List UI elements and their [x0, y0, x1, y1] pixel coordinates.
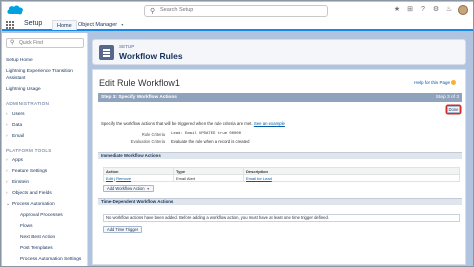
app-name: Setup — [24, 20, 43, 27]
sidebar-item-email[interactable]: › Email — [6, 134, 24, 139]
app-nav: Setup Home Object Manager ▼ — [2, 19, 473, 31]
sidebar-item-flows[interactable]: Flows — [20, 224, 33, 229]
sidebar-item-label: Email — [12, 134, 24, 139]
sidebar-item-label: Feature Settings — [12, 169, 48, 174]
quick-find[interactable]: ⚲ — [6, 38, 84, 48]
sidebar-item-label: Apps — [12, 158, 23, 163]
help-icon[interactable]: ? — [419, 5, 427, 15]
immediate-actions-table: Action Type Description Edit | Remove Em… — [103, 167, 460, 182]
edit-link[interactable]: Edit — [106, 176, 113, 181]
global-header: ⚲ ★ ⊞ ? ⚙ ♨ — [2, 2, 473, 19]
description-cell: Email for Lead — [243, 174, 460, 182]
table-header-row: Action Type Description — [103, 167, 460, 175]
sidebar-item-data[interactable]: › Data — [6, 123, 22, 128]
sidebar-item-objects-fields[interactable]: › Objects and Fields — [6, 191, 52, 196]
help-link[interactable]: Help for this Page — [414, 80, 456, 86]
page-title: Workflow Rules — [119, 51, 183, 61]
step-bar: Step 3: Specify Workflow Actions Step 3 … — [98, 93, 462, 102]
column-header-type: Type — [173, 167, 244, 175]
search-input[interactable] — [160, 7, 320, 13]
sidebar-heading-platform-tools: PLATFORM TOOLS — [6, 148, 52, 153]
step-description: Specify the workflow actions that will b… — [101, 121, 285, 126]
sidebar-item-apps[interactable]: › Apps — [6, 158, 23, 163]
setup-sidebar: ⚲ Setup Home Lightning Experience Transi… — [2, 33, 88, 266]
sidebar-item-label: Einstein — [12, 180, 30, 185]
page-header: SETUP Workflow Rules — [92, 39, 466, 65]
sidebar-item-process-automation[interactable]: ⌄ Process Automation — [6, 202, 55, 207]
help-link-label: Help for this Page — [414, 80, 450, 85]
sidebar-item-label: Process Automation — [12, 202, 55, 207]
add-time-trigger-button[interactable]: Add Time Trigger — [103, 226, 143, 233]
sidebar-item-post-templates[interactable]: Post Templates — [20, 246, 53, 251]
time-dependent-info: No workflow actions have been added. Bef… — [103, 214, 460, 222]
salesforce-logo[interactable] — [6, 4, 24, 16]
edit-rule-title: Edit Rule Workflow1 — [99, 78, 180, 88]
table-row: Edit | Remove Email Alert Email for Lead — [103, 174, 460, 182]
help-icon — [451, 80, 456, 86]
tab-object-manager-label: Object Manager — [78, 22, 118, 28]
step-count: Step 3 of 3 — [435, 94, 459, 100]
rule-criteria-value: Lead: Email UPDATED true 00000 — [171, 132, 242, 136]
sidebar-item-einstein[interactable]: › Einstein — [6, 180, 29, 185]
app-window: ⚲ ★ ⊞ ? ⚙ ♨ Setup Home Object Manager ▼ … — [0, 0, 474, 267]
global-search[interactable]: ⚲ — [144, 5, 328, 17]
add-icon[interactable]: ⊞ — [406, 5, 414, 15]
sidebar-item-label: Objects and Fields — [12, 191, 52, 196]
sidebar-item-next-best-action[interactable]: Next Best Action — [20, 235, 55, 240]
sidebar-item-lightning-transition-2[interactable]: Assistant — [6, 76, 25, 81]
email-alert-link[interactable]: Email for Lead — [246, 176, 272, 181]
column-header-description: Description — [243, 167, 460, 175]
action-cell: Edit | Remove — [103, 174, 174, 182]
app-launcher-icon[interactable] — [6, 21, 14, 29]
add-workflow-action-label: Add Workflow Action — [107, 186, 145, 191]
quick-find-input[interactable] — [19, 40, 79, 46]
tab-home[interactable]: Home — [52, 20, 77, 30]
header-icons: ★ ⊞ ? ⚙ ♨ — [393, 5, 468, 15]
rule-criteria-label: Rule Criteria — [141, 132, 165, 137]
column-header-action: Action — [103, 167, 174, 175]
sidebar-item-lightning-transition[interactable]: Lightning Experience Transition — [6, 69, 73, 74]
sidebar-item-setup-home[interactable]: Setup Home — [6, 58, 33, 63]
search-icon: ⚲ — [150, 8, 156, 15]
star-icon[interactable]: ★ — [393, 5, 401, 15]
type-cell: Email Alert — [173, 174, 244, 182]
immediate-actions-heading: Immediate Workflow Actions — [98, 152, 462, 159]
sidebar-item-feature-settings[interactable]: › Feature Settings — [6, 169, 47, 174]
chevron-down-icon: ▼ — [120, 23, 125, 27]
description-text: Specify the workflow actions that will b… — [101, 121, 253, 126]
page-eyebrow: SETUP — [119, 44, 135, 49]
sidebar-item-process-automation-settings[interactable]: Process Automation Settings — [20, 257, 81, 262]
tab-object-manager[interactable]: Object Manager ▼ — [74, 20, 128, 30]
gear-icon[interactable]: ⚙ — [432, 5, 440, 15]
see-example-link[interactable]: See an example — [254, 121, 285, 126]
evaluation-criteria-label: Evaluation Criteria — [130, 139, 165, 144]
bell-icon[interactable]: ♨ — [445, 5, 453, 15]
sidebar-heading-administration: ADMINISTRATION — [6, 101, 50, 106]
workflow-icon — [99, 45, 114, 60]
chevron-down-icon: ▼ — [146, 187, 150, 191]
evaluation-criteria-value: Evaluate the rule when a record is creat… — [171, 139, 250, 144]
sidebar-item-label: Users — [12, 112, 25, 117]
remove-link[interactable]: Remove — [116, 176, 131, 181]
done-button[interactable]: Done — [447, 106, 460, 113]
sidebar-item-users[interactable]: › Users — [6, 112, 25, 117]
sidebar-item-approval-processes[interactable]: Approval Processes — [20, 213, 63, 218]
search-icon: ⚲ — [10, 40, 15, 46]
avatar[interactable] — [458, 5, 468, 15]
sidebar-item-lightning-usage[interactable]: Lightning Usage — [6, 87, 41, 92]
edit-rule-panel: Edit Rule Workflow1 Help for this Page S… — [92, 69, 466, 265]
step-title: Step 3: Specify Workflow Actions — [101, 94, 177, 100]
add-workflow-action-button[interactable]: Add Workflow Action ▼ — [103, 185, 154, 192]
sidebar-item-label: Data — [12, 123, 23, 128]
time-dependent-actions-heading: Time-Dependent Workflow Actions — [98, 198, 462, 205]
